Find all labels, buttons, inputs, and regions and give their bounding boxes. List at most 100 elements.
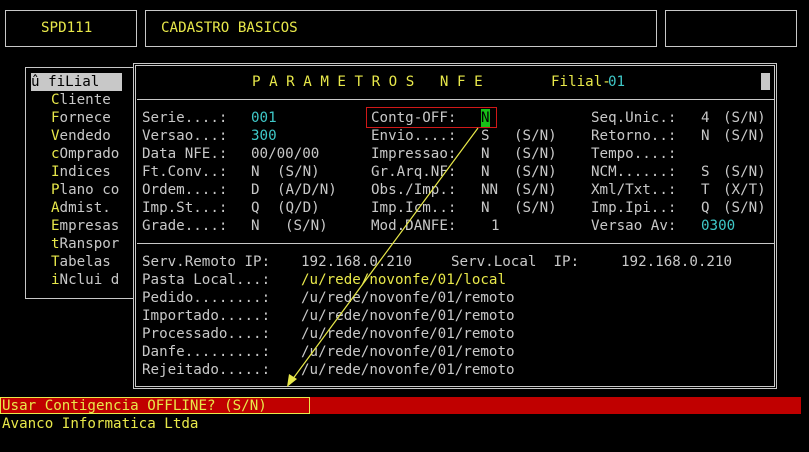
field-hint: (S/N) — [285, 218, 328, 234]
field-label: Grade....: — [142, 218, 228, 234]
offline-prompt: Usar Contigencia OFFLINE? (S/N) — [2, 398, 267, 414]
field-hint: (S/N) — [514, 200, 557, 216]
menu-item[interactable]: Fornece — [51, 109, 111, 127]
menu-item[interactable]: Empresas — [51, 217, 119, 235]
serv-local-value[interactable]: 192.168.0.210 — [621, 253, 732, 271]
menu-item[interactable]: Plano co — [51, 181, 119, 199]
path-value[interactable]: /u/rede/novonfe/01/remoto — [301, 307, 515, 325]
field-value[interactable]: N — [481, 199, 490, 217]
path-value[interactable]: /u/rede/novonfe/01/remoto — [301, 325, 515, 343]
path-label: Pasta Local...: — [142, 272, 271, 288]
menu-hotkey: t — [51, 236, 60, 252]
dialog-title: P A R A M E T R O S N F E — [252, 74, 483, 90]
field-label: Versao Av: — [591, 218, 677, 234]
path-value[interactable]: /u/rede/novonfe/01/remoto — [301, 361, 515, 379]
menu-label: abelas — [59, 254, 111, 270]
field-hint: (X/T) — [723, 182, 766, 198]
field-hint: (S/N) — [514, 182, 557, 198]
field-value[interactable]: 1 — [491, 217, 500, 235]
field-label: Obs./Imp.: — [371, 182, 457, 198]
menu-item[interactable]: Admist. — [51, 199, 111, 217]
field-hint: (Q/D) — [277, 200, 320, 216]
field-label: Imp.Ipi..: — [591, 200, 677, 216]
field-value[interactable]: N — [251, 217, 260, 235]
path-label: Processado....: — [142, 326, 271, 342]
field-hint: (S/N) — [514, 128, 557, 144]
right-header-box — [665, 10, 797, 47]
program-code: SPD111 — [41, 20, 93, 36]
menu-item[interactable]: cOmprado — [51, 145, 119, 163]
menu-item[interactable]: û fiLial — [31, 73, 122, 91]
menu-label: fiLial — [48, 74, 100, 90]
company-name: Avanco Informatica Ltda — [2, 416, 199, 432]
field-value[interactable]: 0300 — [701, 217, 735, 235]
field-value[interactable]: 001 — [251, 109, 277, 127]
serv-local-label: Serv.Local IP: — [451, 254, 580, 270]
field-value[interactable]: NN — [481, 181, 498, 199]
menu-hotkey: A — [51, 200, 60, 216]
path-label: Importado.....: — [142, 308, 271, 324]
menu-label: liente — [59, 92, 111, 108]
menu-hotkey: P — [51, 182, 60, 198]
filial-value: 01 — [608, 74, 626, 90]
field-value[interactable]: S — [701, 163, 710, 181]
path-value[interactable]: /u/rede/novonfe/01/remoto — [301, 343, 515, 361]
field-label: Mod.DANFE: — [371, 218, 457, 234]
dialog-divider-middle — [137, 243, 774, 244]
menu-label: mpresas — [59, 218, 120, 234]
field-label: Xml/Txt..: — [591, 182, 677, 198]
field-hint: (S/N) — [723, 164, 766, 180]
menu-label: dmist. — [59, 200, 111, 216]
menu-item[interactable]: Cliente — [51, 91, 111, 109]
field-label: Impressao: — [371, 146, 457, 162]
field-value[interactable]: Q — [251, 199, 260, 217]
serv-remoto-value[interactable]: 192.168.0.210 — [301, 253, 412, 271]
field-value[interactable]: N — [481, 145, 490, 163]
menu-item[interactable]: Tabelas — [51, 253, 111, 271]
menu-item[interactable]: iNclui d — [51, 271, 119, 289]
field-label: Gr.Arq.NF: — [371, 164, 457, 180]
menu-hotkey: I — [51, 164, 60, 180]
field-value[interactable]: 00/00/00 — [251, 145, 319, 163]
field-hint: (S/N) — [723, 128, 766, 144]
scroll-indicator — [761, 73, 770, 90]
dialog-divider-top — [137, 99, 774, 100]
menu-label: lano co — [59, 182, 120, 198]
menu-label: ndices — [59, 164, 111, 180]
path-value[interactable]: /u/rede/novonfe/01/local — [301, 271, 506, 289]
field-value[interactable]: N — [481, 163, 490, 181]
field-label: Seq.Unic.: — [591, 110, 677, 126]
field-label: Retorno..: — [591, 128, 677, 144]
path-label: Danfe.........: — [142, 344, 271, 360]
field-label: Imp.Icm..: — [371, 200, 457, 216]
menu-item[interactable]: tRanspor — [51, 235, 119, 253]
menu-label: ornece — [59, 110, 111, 126]
field-label: Versao...: — [142, 128, 228, 144]
field-label: NCM......: — [591, 164, 677, 180]
field-hint: (S/N) — [723, 200, 766, 216]
menu-item[interactable]: Vendedo — [51, 127, 111, 145]
field-value[interactable]: N — [701, 127, 710, 145]
path-value[interactable]: /u/rede/novonfe/01/remoto — [301, 289, 515, 307]
field-value[interactable]: T — [701, 181, 710, 199]
field-value[interactable]: 4 — [701, 109, 710, 127]
field-value[interactable]: D — [251, 181, 260, 199]
menu-hotkey: c — [51, 146, 60, 162]
serv-remoto-label: Serv.Remoto IP: — [142, 254, 271, 270]
filial-label: Filial- — [551, 74, 611, 90]
program-code-box: SPD111 — [5, 10, 137, 47]
field-value[interactable]: Q — [701, 199, 710, 217]
menu-hotkey: F — [51, 110, 60, 126]
field-label: Ordem....: — [142, 182, 228, 198]
menu-hotkey: û — [31, 74, 49, 90]
field-label: Ft.Conv..: — [142, 164, 228, 180]
field-value[interactable]: S — [481, 127, 490, 145]
menu-label: endedo — [59, 128, 111, 144]
field-value[interactable]: 300 — [251, 127, 277, 145]
menu-hotkey: E — [51, 218, 60, 234]
menu-hotkey: i — [51, 272, 60, 288]
field-value[interactable]: N — [251, 163, 260, 181]
menu-item[interactable]: Indices — [51, 163, 111, 181]
field-label: Data NFE.: — [142, 146, 228, 162]
menu-label: Ranspor — [59, 236, 120, 252]
